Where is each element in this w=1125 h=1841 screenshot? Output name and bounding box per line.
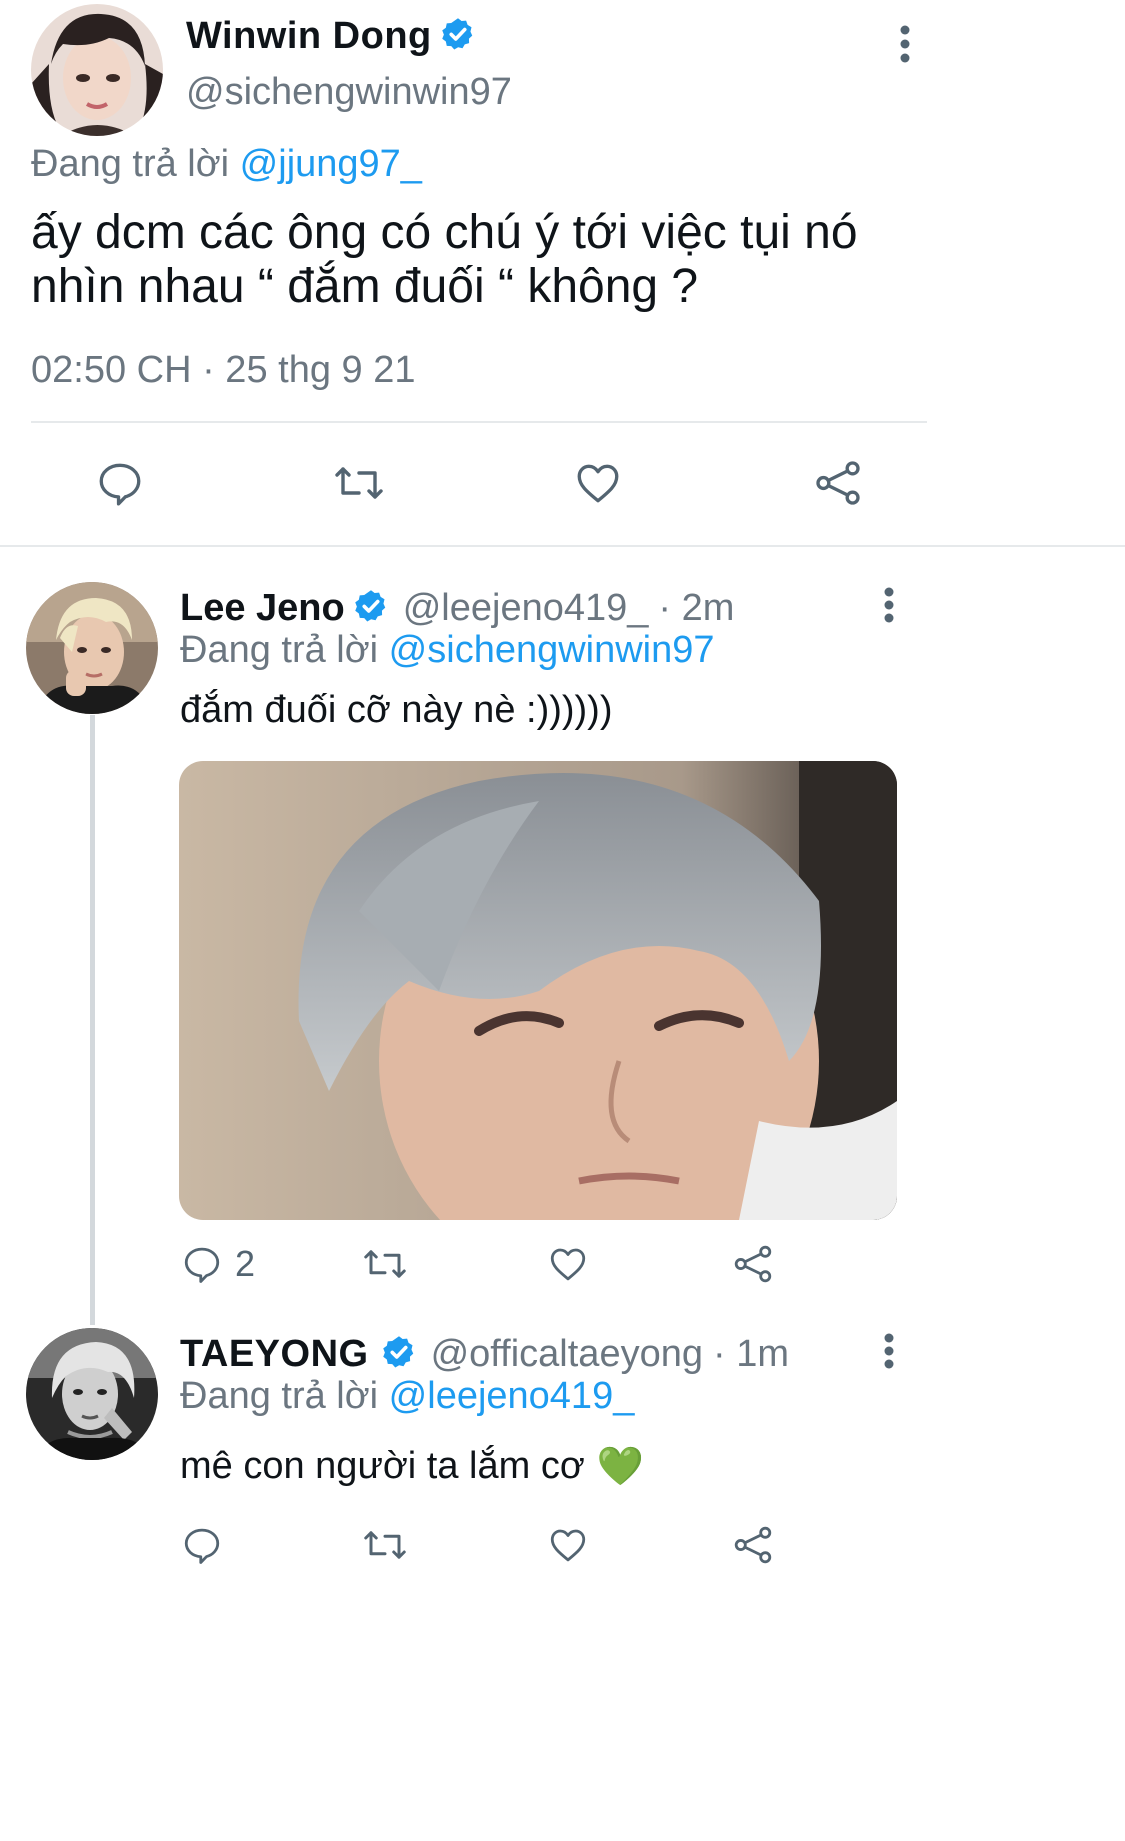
- more-vertical-icon[interactable]: [888, 22, 922, 66]
- reply-text: mê con người ta lắm cơ: [180, 1445, 585, 1487]
- verified-badge-icon: [440, 16, 476, 57]
- replying-prefix: Đang trả lời: [31, 143, 230, 185]
- share-button[interactable]: [731, 1243, 775, 1285]
- display-name[interactable]: Winwin Dong: [186, 15, 432, 58]
- display-name[interactable]: TAEYONG: [180, 1333, 369, 1376]
- display-name[interactable]: Lee Jeno: [180, 587, 345, 630]
- share-icon: [734, 1526, 772, 1564]
- replying-prefix: Đang trả lời: [180, 1375, 379, 1417]
- reply-icon: [184, 1528, 220, 1564]
- share-button[interactable]: [731, 1524, 775, 1566]
- replying-to-handle[interactable]: @leejeno419_: [389, 1375, 635, 1417]
- tweet-text-line-2: nhìn nhau “ đắm đuối “ không ?: [31, 260, 699, 313]
- like-button[interactable]: [573, 458, 623, 508]
- relative-time: · 2m: [658, 586, 735, 629]
- timestamp[interactable]: 02:50 CH · 25 thg 9 21: [31, 346, 415, 394]
- author-name-row: Winwin Dong: [186, 10, 476, 62]
- attached-photo[interactable]: [179, 761, 897, 1220]
- reply-button[interactable]: [95, 458, 145, 508]
- author-row: TAEYONG @officaltaeyong · 1m: [180, 1330, 789, 1378]
- reply-count: 2: [235, 1243, 256, 1284]
- author-row: Lee Jeno @leejeno419_ · 2m: [180, 584, 734, 632]
- replying-to: Đang trả lời @leejeno419_: [180, 1372, 634, 1420]
- like-icon: [550, 1248, 586, 1281]
- replying-to: Đang trả lời @jjung97_: [31, 140, 422, 188]
- retweet-button[interactable]: [362, 1243, 408, 1285]
- retweet-button[interactable]: [333, 458, 385, 508]
- avatar-winwin[interactable]: [31, 4, 163, 136]
- reply-button[interactable]: [181, 1524, 223, 1566]
- handle[interactable]: @officaltaeyong: [431, 1333, 703, 1376]
- handle[interactable]: @leejeno419_: [403, 587, 649, 630]
- retweet-icon: [364, 1250, 406, 1278]
- tweet-text: ấy dcm các ông có chú ý tới việc tụi nó …: [31, 206, 858, 314]
- verified-badge-icon: [381, 1334, 417, 1375]
- verified-badge-icon: [353, 588, 389, 629]
- share-icon: [734, 1245, 772, 1283]
- like-icon: [550, 1529, 586, 1562]
- relative-time: · 1m: [712, 1332, 789, 1375]
- like-icon: [577, 464, 619, 503]
- reply-text-row: mê con người ta lắm cơ 💚: [180, 1442, 644, 1490]
- like-button[interactable]: [547, 1524, 589, 1566]
- replying-to-handle[interactable]: @jjung97_: [240, 143, 422, 185]
- replying-prefix: Đang trả lời: [180, 629, 379, 671]
- reply-icon: [184, 1247, 220, 1283]
- retweet-button[interactable]: [362, 1524, 408, 1566]
- replying-to-handle[interactable]: @sichengwinwin97: [389, 629, 715, 671]
- more-vertical-icon[interactable]: [872, 586, 906, 626]
- reply-button[interactable]: 2: [181, 1243, 255, 1285]
- tweet-text-line-1: ấy dcm các ông có chú ý tới việc tụi nó: [31, 206, 858, 259]
- retweet-icon: [335, 467, 383, 499]
- share-button[interactable]: [812, 458, 864, 508]
- share-icon: [816, 461, 860, 505]
- handle[interactable]: @sichengwinwin97: [186, 68, 512, 116]
- reply-text: đắm đuối cỡ này nè :)))))): [180, 689, 613, 731]
- section-divider: [0, 545, 1125, 547]
- avatar-jeno[interactable]: [26, 582, 158, 714]
- replying-to: Đang trả lời @sichengwinwin97: [180, 626, 715, 674]
- divider: [31, 421, 927, 423]
- reply-icon: [99, 463, 141, 506]
- green-heart-emoji: 💚: [596, 1444, 645, 1488]
- thread-line: [90, 715, 95, 1325]
- more-vertical-icon[interactable]: [872, 1332, 906, 1372]
- retweet-icon: [364, 1531, 406, 1559]
- avatar-taeyong[interactable]: [26, 1328, 158, 1460]
- like-button[interactable]: [547, 1243, 589, 1285]
